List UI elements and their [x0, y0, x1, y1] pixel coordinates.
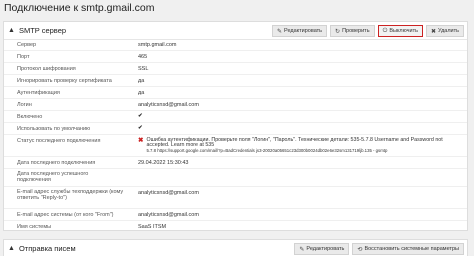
row-default: Использовать по умолчанию ✔: [4, 123, 467, 135]
delete-icon: ✖: [430, 28, 436, 35]
disable-button-label: Выключить: [389, 28, 418, 34]
row-login: Логин analyticsnsd@gmail.com: [4, 99, 467, 111]
power-icon: ⏻: [382, 27, 388, 34]
row-ignore-cert: Игнорировать проверку сертификата да: [4, 75, 467, 87]
error-title: Ошибка аутентификации. Проверьте поля "Л…: [146, 137, 443, 149]
row-label: Включено: [17, 114, 43, 120]
send-mail-panel: ▲ Отправка писем ✎ Редактировать ⟲ Восст…: [3, 239, 468, 256]
row-label: Порт: [17, 54, 30, 60]
row-server: Сервер smtp.gmail.com: [4, 40, 467, 51]
row-label: Дата последнего успешного подключения: [17, 171, 89, 184]
restore-icon: ⟲: [357, 246, 363, 253]
pencil-icon: ✎: [277, 28, 283, 35]
pencil-icon: ✎: [299, 246, 305, 253]
chevron-up-icon[interactable]: ▲: [8, 245, 15, 252]
row-last-status: Статус последнего подключения ✖ Ошибка а…: [4, 135, 467, 157]
row-value: smtp.gmail.com: [138, 42, 177, 48]
status-error: ✖ Ошибка аутентификации. Проверьте поля …: [138, 137, 466, 154]
row-label: Использовать по умолчанию: [17, 126, 91, 132]
row-port: Порт 465: [4, 51, 467, 63]
smtp-panel-header: ▲ SMTP сервер ✎ Редактировать ↻ Проверит…: [4, 22, 467, 40]
row-last-connection: Дата последнего подключения 29.04.2022 1…: [4, 157, 467, 169]
smtp-panel-title: SMTP сервер: [18, 26, 67, 35]
error-x-icon: ✖: [138, 137, 144, 144]
row-system-name: Имя системы SaaS ITSM: [4, 221, 467, 232]
delete-button[interactable]: ✖ Удалить: [425, 25, 464, 37]
smtp-server-panel: ▲ SMTP сервер ✎ Редактировать ↻ Проверит…: [3, 21, 468, 231]
row-label: Дата последнего подключения: [17, 160, 96, 166]
row-value: analyticsnsd@gmail.com: [138, 102, 199, 108]
row-support-email: E-mail адрес службы техподдержки (кому о…: [4, 187, 467, 209]
row-value: SSL: [138, 66, 149, 72]
row-value: 29.04.2022 15:30:43: [138, 160, 189, 166]
row-value: да: [138, 90, 145, 96]
test-button[interactable]: ↻ Проверить: [330, 25, 375, 37]
row-system-email: E-mail адрес системы (от кого "From") an…: [4, 209, 467, 221]
row-label: Сервер: [17, 42, 37, 48]
row-value: 465: [138, 54, 148, 60]
send-edit-button-label: Редактировать: [306, 246, 345, 252]
row-label: E-mail адрес службы техподдержки (кому о…: [17, 189, 124, 202]
disable-button[interactable]: ⏻ Выключить: [377, 25, 423, 37]
row-last-success: Дата последнего успешного подключения: [4, 169, 467, 187]
chevron-up-icon[interactable]: ▲: [8, 27, 15, 34]
row-value: SaaS ITSM: [138, 224, 167, 230]
error-details: 5.7.8 https://support.google.com/mail/?p…: [146, 148, 388, 154]
row-label: Игнорировать проверку сертификата: [17, 78, 112, 84]
page-title: Подключение к smtp.gmail.com: [4, 2, 155, 14]
row-auth: Аутентификация да: [4, 87, 467, 99]
row-label: Логин: [17, 102, 32, 108]
restore-defaults-button[interactable]: ⟲ Восстановить системные параметры: [352, 243, 464, 255]
row-label: Протокол шифрования: [17, 66, 76, 72]
row-label: E-mail адрес системы (от кого "From"): [17, 212, 114, 218]
edit-button[interactable]: ✎ Редактировать: [272, 25, 328, 37]
row-value: analyticsnsd@gmail.com: [138, 190, 199, 196]
row-label: Имя системы: [17, 224, 52, 230]
check-icon: ✔: [138, 113, 143, 119]
edit-button-label: Редактировать: [284, 28, 323, 34]
row-value: да: [138, 78, 145, 84]
delete-button-label: Удалить: [438, 28, 459, 34]
restore-defaults-label: Восстановить системные параметры: [364, 246, 459, 252]
check-icon: ✔: [138, 125, 143, 131]
row-label: Статус последнего подключения: [17, 138, 101, 144]
row-encryption: Протокол шифрования SSL: [4, 63, 467, 75]
test-button-label: Проверить: [342, 28, 370, 34]
send-panel-header: ▲ Отправка писем ✎ Редактировать ⟲ Восст…: [4, 240, 467, 256]
row-value: analyticsnsd@gmail.com: [138, 212, 199, 218]
send-panel-title: Отправка писем: [18, 244, 76, 253]
row-label: Аутентификация: [17, 90, 60, 96]
error-text: Ошибка аутентификации. Проверьте поля "Л…: [146, 137, 466, 154]
refresh-icon: ↻: [335, 28, 341, 35]
row-enabled: Включено ✔: [4, 111, 467, 123]
send-edit-button[interactable]: ✎ Редактировать: [294, 243, 350, 255]
